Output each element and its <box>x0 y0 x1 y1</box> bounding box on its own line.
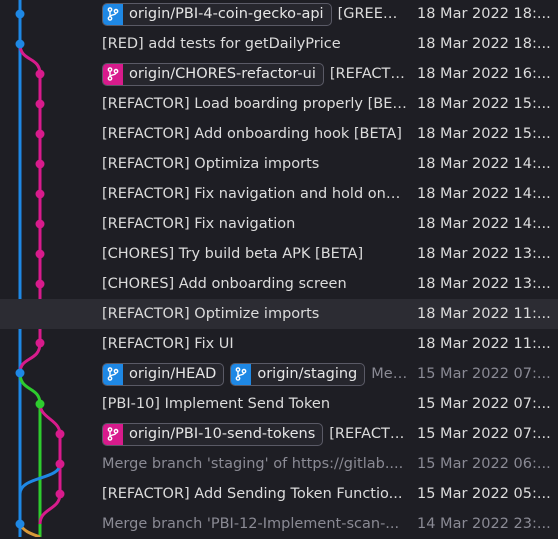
commit-message: [CHORES] Add onboarding screen <box>102 276 347 292</box>
commit-row[interactable]: origin/HEAD origin/staging Mer... 15 Mar 20… <box>0 359 558 389</box>
commit-row[interactable]: Merge branch 'PBI-12-Implement-scan-... 1… <box>0 509 558 539</box>
commit-row[interactable]: origin/CHORES-refactor-ui [REFACTO... 18 M… <box>0 59 558 89</box>
commit-row[interactable]: [REFACTOR] Fix UI 18 Mar 2022 11:... <box>0 329 558 359</box>
commit-message: [PBI-10] Implement Send Token <box>102 396 331 412</box>
commit-message-cell: [REFACTOR] Fix navigation <box>102 209 408 239</box>
branch-ref-label: origin/staging <box>257 366 358 382</box>
commit-message: [REFACTOR] Add onboarding hook [BETA] <box>102 126 402 142</box>
commit-row[interactable]: [CHORES] Add onboarding screen 18 Mar 202… <box>0 269 558 299</box>
commit-date: 18 Mar 2022 18:... <box>417 36 551 52</box>
commit-message-cell: origin/PBI-10-send-tokens [REFACTO... <box>102 419 408 449</box>
commit-message-cell: Merge branch 'PBI-12-Implement-scan-... <box>102 509 408 539</box>
commit-message-cell: origin/PBI-4-coin-gecko-api [GREEN] ... <box>102 0 408 29</box>
commit-date: 18 Mar 2022 13:... <box>417 246 551 262</box>
commit-message-cell: [CHORES] Add onboarding screen <box>102 269 408 299</box>
commit-date: 15 Mar 2022 07:... <box>417 426 551 442</box>
commit-message-cell: [RED] add tests for getDailyPrice <box>102 29 408 59</box>
commit-message-cell: [REFACTOR] Fix UI <box>102 329 408 359</box>
commit-date: 18 Mar 2022 11:... <box>417 336 551 352</box>
commit-message: [REFACTOR] Add Sending Token Functio... <box>102 486 403 502</box>
branch-ref-label: origin/HEAD <box>129 366 217 382</box>
commit-message-cell: [REFACTOR] Optimiza imports <box>102 149 408 179</box>
branch-ref-tag[interactable]: origin/HEAD <box>102 362 225 386</box>
branch-ref-label: origin/PBI-4-coin-gecko-api <box>129 6 324 22</box>
commit-row[interactable]: [PBI-10] Implement Send Token 15 Mar 2022… <box>0 389 558 419</box>
commit-message-cell: [PBI-10] Implement Send Token <box>102 389 408 419</box>
commit-message: Merge branch 'staging' of https://gitlab… <box>102 456 404 472</box>
commit-date: 18 Mar 2022 15:... <box>417 126 551 142</box>
commit-message-cell: [REFACTOR] Add Sending Token Functio... <box>102 479 408 509</box>
commit-date: 14 Mar 2022 23:... <box>417 516 551 532</box>
commit-row[interactable]: [REFACTOR] Load boarding properly [BET..… <box>0 89 558 119</box>
commit-date: 15 Mar 2022 07:... <box>417 396 551 412</box>
commit-row[interactable]: [REFACTOR] Fix navigation 18 Mar 2022 14:… <box>0 209 558 239</box>
branch-ref-label: origin/CHORES-refactor-ui <box>129 66 316 82</box>
commit-message: [REFACTOR] Fix navigation and hold onb..… <box>102 186 408 202</box>
branch-icon <box>103 63 123 85</box>
branch-ref-tag[interactable]: origin/PBI-10-send-tokens <box>102 422 324 446</box>
commit-message-cell: [REFACTOR] Add onboarding hook [BETA] <box>102 119 408 149</box>
commit-message-cell: [REFACTOR] Fix navigation and hold onb..… <box>102 179 408 209</box>
commit-date: 18 Mar 2022 18:... <box>417 6 551 22</box>
commit-message-cell: origin/HEAD origin/staging Mer... <box>102 359 408 389</box>
commit-row[interactable]: [REFACTOR] Add onboarding hook [BETA] 18 … <box>0 119 558 149</box>
commit-message-cell: [REFACTOR] Optimize imports <box>102 299 408 329</box>
commit-date: 18 Mar 2022 13:... <box>417 276 551 292</box>
commit-date: 18 Mar 2022 14:... <box>417 186 551 202</box>
commit-row[interactable]: [REFACTOR] Optimize imports 18 Mar 2022 1… <box>0 299 558 329</box>
commit-message-cell: [CHORES] Try build beta APK [BETA] <box>102 239 408 269</box>
commit-message: [REFACTOR] Fix UI <box>102 336 234 352</box>
commit-message: Mer... <box>371 366 408 382</box>
commit-date: 15 Mar 2022 07:... <box>417 366 551 382</box>
commit-row[interactable]: Merge branch 'staging' of https://gitlab… <box>0 449 558 479</box>
commit-row[interactable]: [REFACTOR] Fix navigation and hold onb..… <box>0 179 558 209</box>
branch-icon <box>231 363 252 385</box>
commit-date: 18 Mar 2022 16:... <box>417 66 551 82</box>
commit-row[interactable]: origin/PBI-10-send-tokens [REFACTO... 15 M… <box>0 419 558 449</box>
commit-date: 18 Mar 2022 11:... <box>417 306 551 322</box>
commit-date: 18 Mar 2022 14:... <box>417 216 551 232</box>
commit-message: [REFACTOR] Optimize imports <box>102 306 320 322</box>
commit-row[interactable]: [RED] add tests for getDailyPrice 18 Mar … <box>0 29 558 59</box>
commit-row[interactable]: origin/PBI-4-coin-gecko-api [GREEN] ... 18… <box>0 0 558 29</box>
commit-row[interactable]: [CHORES] Try build beta APK [BETA] 18 Mar… <box>0 239 558 269</box>
commit-message-cell: Merge branch 'staging' of https://gitlab… <box>102 449 408 479</box>
branch-icon <box>103 423 123 445</box>
commit-row[interactable]: [REFACTOR] Optimiza imports 18 Mar 2022 1… <box>0 149 558 179</box>
commit-message-cell: origin/CHORES-refactor-ui [REFACTO... <box>102 59 408 89</box>
branch-ref-tag[interactable]: origin/CHORES-refactor-ui <box>102 62 324 86</box>
commit-message: [REFACTOR] Optimiza imports <box>102 156 320 172</box>
commit-message-cell: [REFACTOR] Load boarding properly [BET..… <box>102 89 408 119</box>
commit-message: [REFACTOR] Fix navigation <box>102 216 296 232</box>
branch-ref-tag[interactable]: origin/PBI-4-coin-gecko-api <box>102 2 332 26</box>
commit-row[interactable]: [REFACTOR] Add Sending Token Functio... 1… <box>0 479 558 509</box>
branch-icon <box>103 3 123 25</box>
commit-message: Merge branch 'PBI-12-Implement-scan-... <box>102 516 400 532</box>
commit-message: [REFACTOR] Load boarding properly [BET..… <box>102 96 408 112</box>
commit-message: [CHORES] Try build beta APK [BETA] <box>102 246 364 262</box>
commit-message: [RED] add tests for getDailyPrice <box>102 36 341 52</box>
branch-ref-tag[interactable]: origin/staging <box>230 362 366 386</box>
branch-icon <box>103 363 123 385</box>
commit-message: [GREEN] ... <box>337 6 408 22</box>
commit-date: 18 Mar 2022 14:... <box>417 156 551 172</box>
commit-message: [REFACTO... <box>329 66 408 82</box>
branch-ref-label: origin/PBI-10-send-tokens <box>129 426 316 442</box>
commit-date: 15 Mar 2022 05:... <box>417 486 551 502</box>
commit-message: [REFACTO... <box>329 426 408 442</box>
commit-date: 15 Mar 2022 06:... <box>417 456 551 472</box>
commit-date: 18 Mar 2022 15:... <box>417 96 551 112</box>
